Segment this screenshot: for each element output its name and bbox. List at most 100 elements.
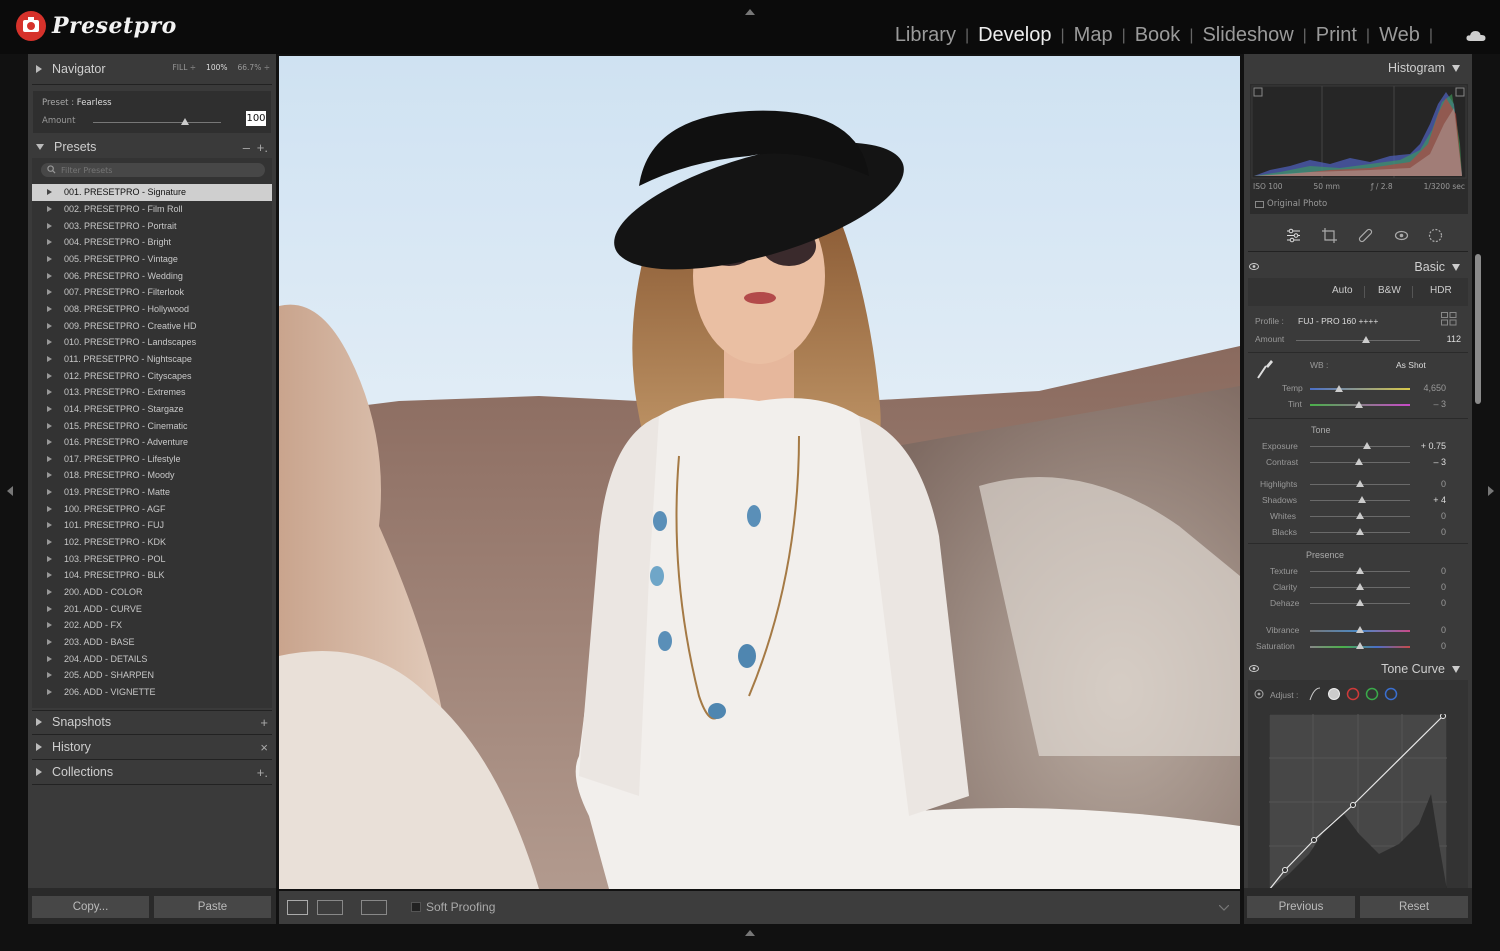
tone-curve-visibility-eye-icon[interactable] xyxy=(1249,665,1259,672)
add-preset-button[interactable]: +. xyxy=(257,140,268,155)
preset-item[interactable]: 011. PRESETPRO - Nightscape xyxy=(32,351,272,368)
masking-icon[interactable] xyxy=(1428,228,1443,243)
preset-item[interactable]: 203. ADD - BASE xyxy=(32,634,272,651)
preset-item[interactable]: 206. ADD - VIGNETTE xyxy=(32,684,272,701)
whites-value[interactable]: 0 xyxy=(1406,511,1446,521)
clear-history-button[interactable]: × xyxy=(260,740,268,755)
texture-knob[interactable] xyxy=(1356,567,1364,574)
whites-knob[interactable] xyxy=(1356,512,1364,519)
preset-item[interactable]: 014. PRESETPRO - Stargaze xyxy=(32,401,272,418)
before-after-icon[interactable] xyxy=(317,900,343,915)
preset-item[interactable]: 007. PRESETPRO - Filterlook xyxy=(32,284,272,301)
preset-item[interactable]: 004. PRESETPRO - Bright xyxy=(32,234,272,251)
preset-item[interactable]: 100. PRESETPRO - AGF xyxy=(32,500,272,517)
preset-item[interactable]: 015. PRESETPRO - Cinematic xyxy=(32,417,272,434)
targeted-adjustment-icon[interactable] xyxy=(1254,689,1264,699)
contrast-knob[interactable] xyxy=(1355,458,1363,465)
preset-item[interactable]: 201. ADD - CURVE xyxy=(32,600,272,617)
filter-presets-input[interactable] xyxy=(61,163,251,177)
preset-item[interactable]: 202. ADD - FX xyxy=(32,617,272,634)
collections-header[interactable]: Collections +. xyxy=(28,759,276,785)
copy-button[interactable]: Copy... xyxy=(32,896,149,918)
temp-knob[interactable] xyxy=(1335,385,1343,392)
history-header[interactable]: History × xyxy=(28,734,276,760)
module-print[interactable]: Print xyxy=(1316,24,1357,47)
amount-value-field[interactable]: 100 xyxy=(246,111,266,126)
profile-amount-track[interactable] xyxy=(1296,340,1420,341)
curve-channel-selector[interactable] xyxy=(1308,686,1398,702)
module-develop[interactable]: Develop xyxy=(978,24,1051,47)
profile-value[interactable]: FUJ - PRO 160 ++++ xyxy=(1298,316,1378,326)
crop-icon[interactable] xyxy=(1322,228,1337,243)
preset-item[interactable]: 008. PRESETPRO - Hollywood xyxy=(32,301,272,318)
vibrance-knob[interactable] xyxy=(1356,626,1364,633)
amount-slider-track[interactable] xyxy=(93,122,221,123)
saturation-value[interactable]: 0 xyxy=(1406,641,1446,651)
preset-item[interactable]: 019. PRESETPRO - Matte xyxy=(32,484,272,501)
vibrance-value[interactable]: 0 xyxy=(1406,625,1446,635)
highlights-value[interactable]: 0 xyxy=(1406,479,1446,489)
auto-button[interactable]: Auto xyxy=(1332,285,1353,296)
red-eye-icon[interactable] xyxy=(1394,228,1409,243)
paste-button[interactable]: Paste xyxy=(154,896,271,918)
soft-proofing-checkbox[interactable] xyxy=(411,902,421,912)
clarity-value[interactable]: 0 xyxy=(1406,582,1446,592)
wb-value[interactable]: As Shot xyxy=(1396,360,1426,370)
exposure-track[interactable] xyxy=(1310,446,1410,447)
previous-button[interactable]: Previous xyxy=(1247,896,1355,918)
profile-amount-knob[interactable] xyxy=(1362,336,1370,343)
preset-item[interactable]: 103. PRESETPRO - POL xyxy=(32,550,272,567)
original-photo-indicator[interactable]: Original Photo xyxy=(1255,199,1327,209)
preset-item[interactable]: 006. PRESETPRO - Wedding xyxy=(32,267,272,284)
preset-item[interactable]: 101. PRESETPRO - FUJ xyxy=(32,517,272,534)
edit-sliders-icon[interactable] xyxy=(1286,228,1301,243)
clarity-knob[interactable] xyxy=(1356,583,1364,590)
snapshots-header[interactable]: Snapshots + xyxy=(28,709,276,735)
tint-value[interactable]: – 3 xyxy=(1406,399,1446,409)
zoom-100[interactable]: 100% xyxy=(206,63,227,72)
add-snapshot-button[interactable]: + xyxy=(260,715,268,730)
module-slideshow[interactable]: Slideshow xyxy=(1202,24,1293,47)
preset-item[interactable]: 204. ADD - DETAILS xyxy=(32,650,272,667)
preset-item[interactable]: 200. ADD - COLOR xyxy=(32,584,272,601)
temp-track[interactable] xyxy=(1310,388,1410,390)
temp-value[interactable]: 4,650 xyxy=(1406,383,1446,393)
collapse-top-arrow-icon[interactable] xyxy=(745,9,755,15)
zoom-custom[interactable]: 66.7% ÷ xyxy=(238,63,271,72)
preset-item[interactable]: 102. PRESETPRO - KDK xyxy=(32,534,272,551)
module-library[interactable]: Library xyxy=(895,24,956,47)
preset-item[interactable]: 003. PRESETPRO - Portrait xyxy=(32,217,272,234)
dehaze-value[interactable]: 0 xyxy=(1406,598,1446,608)
profile-browser-grid-icon[interactable] xyxy=(1441,312,1457,326)
preset-item[interactable]: 016. PRESETPRO - Adventure xyxy=(32,434,272,451)
exposure-knob[interactable] xyxy=(1363,442,1371,449)
module-book[interactable]: Book xyxy=(1135,24,1181,47)
right-panel-scrollbar[interactable] xyxy=(1475,254,1481,404)
saturation-knob[interactable] xyxy=(1356,642,1364,649)
photo-canvas[interactable] xyxy=(279,56,1240,889)
module-map[interactable]: Map xyxy=(1074,24,1113,47)
preset-item[interactable]: 013. PRESETPRO - Extremes xyxy=(32,384,272,401)
module-web[interactable]: Web xyxy=(1379,24,1420,47)
tone-curve-graph[interactable] xyxy=(1269,714,1447,890)
histogram-header[interactable]: Histogram xyxy=(1388,61,1460,75)
preset-item[interactable]: 205. ADD - SHARPEN xyxy=(32,667,272,684)
preset-item[interactable]: 009. PRESETPRO - Creative HD xyxy=(32,317,272,334)
contrast-value[interactable]: – 3 xyxy=(1406,457,1446,467)
collapse-bottom-arrow-icon[interactable] xyxy=(745,930,755,936)
hdr-button[interactable]: HDR xyxy=(1430,285,1452,296)
left-panel-toggle-icon[interactable] xyxy=(7,486,13,496)
tint-knob[interactable] xyxy=(1355,401,1363,408)
presets-header[interactable]: Presets – +. xyxy=(28,134,276,160)
toolbar-menu-chevron-icon[interactable] xyxy=(1219,905,1229,911)
add-collection-button[interactable]: +. xyxy=(257,765,268,780)
blacks-value[interactable]: 0 xyxy=(1406,527,1446,537)
preset-item[interactable]: 005. PRESETPRO - Vintage xyxy=(32,251,272,268)
preset-item[interactable]: 104. PRESETPRO - BLK xyxy=(32,567,272,584)
highlights-knob[interactable] xyxy=(1356,480,1364,487)
exposure-value[interactable]: + 0.75 xyxy=(1406,441,1446,451)
blacks-knob[interactable] xyxy=(1356,528,1364,535)
preset-item[interactable]: 010. PRESETPRO - Landscapes xyxy=(32,334,272,351)
dehaze-knob[interactable] xyxy=(1356,599,1364,606)
shadows-knob[interactable] xyxy=(1358,496,1366,503)
